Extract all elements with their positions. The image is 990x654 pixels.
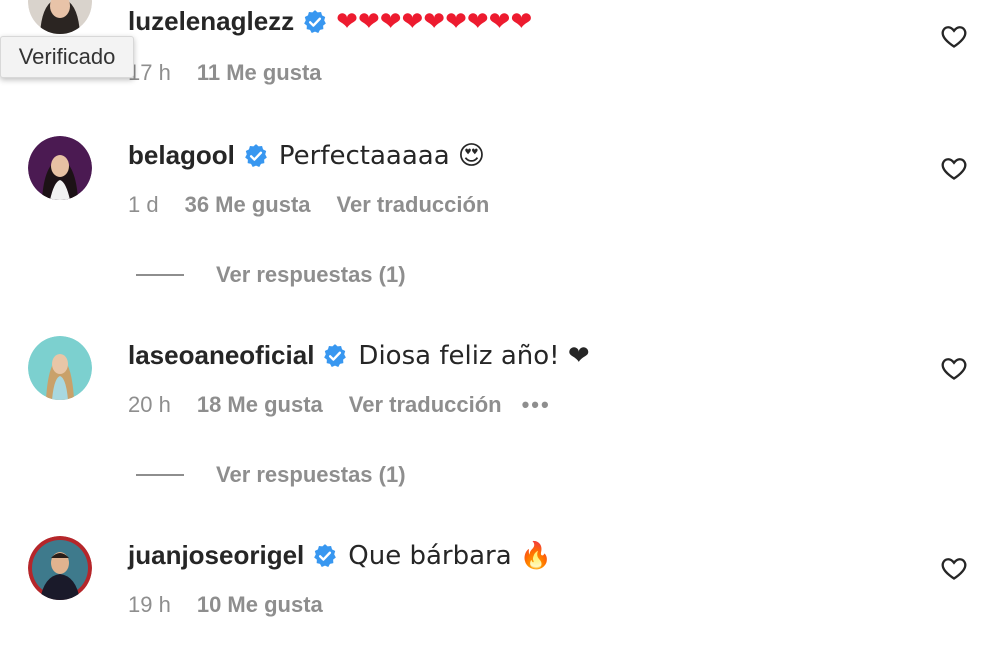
verified-badge-icon[interactable] bbox=[312, 543, 338, 569]
comment-username[interactable]: juanjoseorigel bbox=[128, 540, 304, 571]
avatar[interactable] bbox=[28, 0, 92, 34]
see-translation-link[interactable]: Ver traducción bbox=[349, 392, 502, 418]
comment-text: Perfectaaaaa 😍 bbox=[278, 140, 486, 171]
avatar[interactable] bbox=[28, 336, 92, 400]
replies-divider bbox=[136, 274, 184, 276]
more-options-icon[interactable]: ••• bbox=[522, 392, 551, 418]
comment-time[interactable]: 20 h bbox=[128, 392, 171, 418]
avatar[interactable] bbox=[28, 536, 92, 600]
likes-count[interactable]: 18 Me gusta bbox=[197, 392, 323, 418]
view-replies-label: Ver respuestas (1) bbox=[216, 262, 406, 287]
view-replies-button[interactable]: Ver respuestas (1) bbox=[136, 462, 406, 488]
comment-text: Diosa feliz año! ❤ bbox=[358, 340, 590, 371]
likes-count[interactable]: 11 Me gusta bbox=[197, 60, 322, 86]
see-translation-link[interactable]: Ver traducción bbox=[337, 192, 490, 218]
comment-username[interactable]: luzelenaglezz bbox=[128, 6, 294, 37]
heart-outline-icon[interactable] bbox=[940, 154, 968, 182]
verified-badge-icon[interactable] bbox=[322, 343, 348, 369]
likes-count[interactable]: 36 Me gusta bbox=[185, 192, 311, 218]
likes-count[interactable]: 10 Me gusta bbox=[197, 592, 323, 618]
comment-time[interactable]: 19 h bbox=[128, 592, 171, 618]
comment-time[interactable]: 17 h bbox=[128, 60, 171, 86]
comment-time[interactable]: 1 d bbox=[128, 192, 159, 218]
verified-tooltip: Verificado bbox=[0, 36, 134, 78]
view-replies-button[interactable]: Ver respuestas (1) bbox=[136, 262, 406, 288]
heart-outline-icon[interactable] bbox=[940, 22, 968, 50]
avatar[interactable] bbox=[28, 136, 92, 200]
view-replies-label: Ver respuestas (1) bbox=[216, 462, 406, 487]
replies-divider bbox=[136, 474, 184, 476]
comment-text: Que bárbara 🔥 bbox=[348, 540, 553, 571]
comment-text: ❤❤❤❤❤❤❤❤❤ bbox=[336, 6, 533, 37]
verified-badge-icon[interactable] bbox=[302, 9, 328, 35]
comment-username[interactable]: belagool bbox=[128, 140, 235, 171]
heart-outline-icon[interactable] bbox=[940, 354, 968, 382]
heart-outline-icon[interactable] bbox=[940, 554, 968, 582]
verified-badge-icon[interactable] bbox=[243, 143, 269, 169]
comment-username[interactable]: laseoaneoficial bbox=[128, 340, 314, 371]
